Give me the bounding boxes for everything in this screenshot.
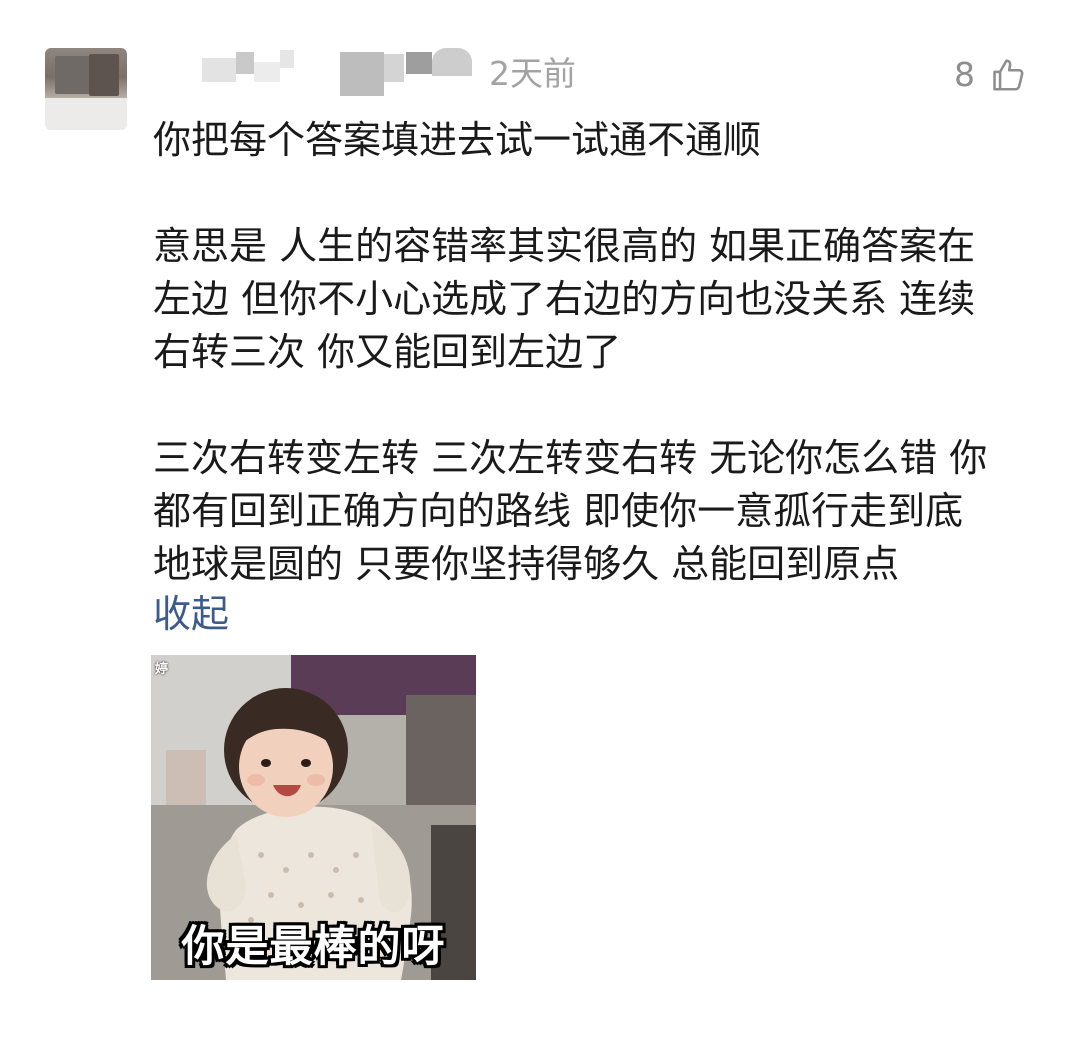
comment-line: 意思是 人生的容错率其实很高的 如果正确答案在: [153, 224, 976, 268]
comment-line: 右转三次 你又能回到左边了: [153, 330, 622, 374]
comment-line: 你把每个答案填进去试一试通不通顺: [153, 118, 762, 162]
collapse-link[interactable]: 收起: [153, 588, 229, 641]
avatar-blur-block: [55, 56, 91, 94]
comment-line: 地球是圆的 只要你坚持得够久 总能回到原点: [153, 542, 900, 586]
comment-line: 都有回到正确方向的路线 即使你一意孤行走到底: [153, 489, 964, 533]
username-mosaic[interactable]: [200, 46, 478, 98]
comment-line: 三次右转变左转 三次左转变右转 无论你怎么错 你: [153, 436, 988, 480]
comment-body: 你把每个答案填进去试一试通不通顺 意思是 人生的容错率其实很高的 如果正确答案在…: [153, 114, 1053, 591]
sticker-watermark: 婷: [155, 662, 169, 677]
avatar[interactable]: [45, 48, 127, 130]
avatar-blur-block: [45, 98, 127, 130]
like-count: 8: [954, 55, 975, 94]
comment-timestamp: 2天前: [489, 54, 576, 93]
like-button[interactable]: 8: [954, 52, 1027, 98]
avatar-blur-block: [89, 54, 119, 96]
comment-line: 左边 但你不小心选成了右边的方向也没关系 连续: [153, 277, 976, 321]
sticker-caption: 你是最棒的呀: [181, 922, 446, 972]
sticker-image[interactable]: 婷 你是最棒的呀: [151, 655, 476, 980]
thumbs-up-icon: [993, 59, 1024, 91]
